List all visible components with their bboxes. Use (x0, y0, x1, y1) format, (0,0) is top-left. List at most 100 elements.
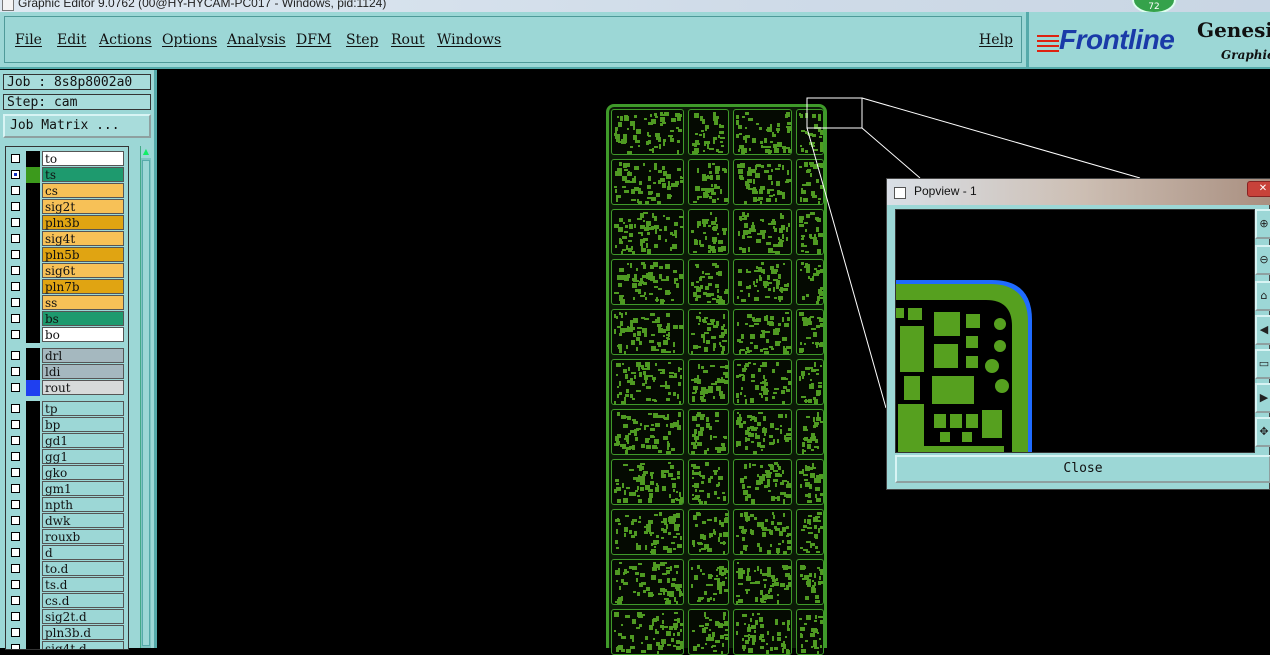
layer-name[interactable]: sig2t (42, 199, 124, 214)
layer-row[interactable]: ldi (6, 364, 128, 380)
layer-color-swatch[interactable] (26, 199, 40, 215)
layer-checkbox[interactable] (11, 580, 20, 589)
layer-name[interactable]: gd1 (42, 433, 124, 448)
layer-name[interactable]: pln3b (42, 215, 124, 230)
layer-checkbox[interactable] (11, 532, 20, 541)
popview-zoom-home-button[interactable]: ⌂ (1255, 281, 1270, 311)
layer-row[interactable]: cs (6, 183, 128, 199)
layer-row[interactable]: gko (6, 465, 128, 481)
layer-color-swatch[interactable] (26, 215, 40, 231)
layer-checkbox[interactable] (11, 436, 20, 445)
popview-fit-button[interactable]: ▭ (1255, 349, 1270, 379)
layer-row[interactable]: sig2t.d (6, 609, 128, 625)
layer-checkbox[interactable] (11, 452, 20, 461)
layer-row[interactable]: ss (6, 295, 128, 311)
layer-color-swatch[interactable] (26, 641, 40, 649)
layer-color-swatch[interactable] (26, 625, 40, 641)
layer-name[interactable]: gg1 (42, 449, 124, 464)
layer-row[interactable]: cs.d (6, 593, 128, 609)
layer-row[interactable]: rouxb (6, 529, 128, 545)
layer-checkbox[interactable] (11, 468, 20, 477)
layer-name[interactable]: gm1 (42, 481, 124, 496)
menu-windows[interactable]: Windows (437, 32, 501, 48)
layer-row[interactable]: pln7b (6, 279, 128, 295)
layer-row[interactable]: d (6, 545, 128, 561)
layer-checkbox[interactable] (11, 218, 20, 227)
layer-checkbox[interactable] (11, 314, 20, 323)
layer-color-swatch[interactable] (26, 577, 40, 593)
layer-name[interactable]: to (42, 151, 124, 166)
layer-name[interactable]: gko (42, 465, 124, 480)
layer-row[interactable]: bp (6, 417, 128, 433)
scroll-thumb[interactable] (142, 160, 150, 646)
layer-name[interactable]: sig4t (42, 231, 124, 246)
layer-checkbox[interactable] (11, 234, 20, 243)
layer-row[interactable]: to (6, 151, 128, 167)
layer-name[interactable]: sig4t.d (42, 641, 124, 649)
layer-checkbox[interactable] (11, 628, 20, 637)
layer-color-swatch[interactable] (26, 327, 40, 343)
popview-canvas[interactable] (895, 209, 1255, 453)
layer-name[interactable]: drl (42, 348, 124, 363)
layer-name[interactable]: cs.d (42, 593, 124, 608)
layer-color-swatch[interactable] (26, 433, 40, 449)
layer-name[interactable]: dwk (42, 513, 124, 528)
layer-color-swatch[interactable] (26, 593, 40, 609)
layer-checkbox[interactable] (11, 154, 20, 163)
layer-name[interactable]: pln5b (42, 247, 124, 262)
layer-name[interactable]: npth (42, 497, 124, 512)
layer-color-swatch[interactable] (26, 263, 40, 279)
layer-checkbox[interactable] (11, 383, 20, 392)
menu-help[interactable]: Help (979, 32, 1013, 48)
menu-rout[interactable]: Rout (391, 32, 425, 48)
layer-color-swatch[interactable] (26, 279, 40, 295)
layer-name[interactable]: tp (42, 401, 124, 416)
layer-color-swatch[interactable] (26, 348, 40, 364)
layer-row[interactable]: tp (6, 401, 128, 417)
menu-options[interactable]: Options (162, 32, 217, 48)
menu-step[interactable]: Step (346, 32, 378, 48)
layer-checkbox[interactable] (11, 367, 20, 376)
layer-checkbox[interactable] (11, 644, 20, 649)
popview-zoom-out-button[interactable]: ⊖ (1255, 245, 1270, 275)
layer-checkbox[interactable] (11, 548, 20, 557)
layer-checkbox[interactable] (11, 170, 20, 179)
layer-row[interactable]: gd1 (6, 433, 128, 449)
layer-checkbox[interactable] (11, 516, 20, 525)
layer-color-swatch[interactable] (26, 311, 40, 327)
layer-color-swatch[interactable] (26, 247, 40, 263)
layer-name[interactable]: pln3b.d (42, 625, 124, 640)
layer-name[interactable]: rouxb (42, 529, 124, 544)
layer-color-swatch[interactable] (26, 401, 40, 417)
popview-pan-left-button[interactable]: ◀ (1255, 315, 1270, 345)
layer-row[interactable]: rout (6, 380, 128, 396)
menu-analysis[interactable]: Analysis (227, 32, 286, 48)
layer-row[interactable]: sig4t.d (6, 641, 128, 649)
popview-pan-right-button[interactable]: ▶ (1255, 383, 1270, 413)
layer-name[interactable]: sig6t (42, 263, 124, 278)
layer-checkbox[interactable] (11, 266, 20, 275)
layer-name[interactable]: rout (42, 380, 124, 395)
layer-checkbox[interactable] (11, 351, 20, 360)
layer-name[interactable]: bo (42, 327, 124, 342)
layer-checkbox[interactable] (11, 500, 20, 509)
layer-checkbox[interactable] (11, 612, 20, 621)
menu-edit[interactable]: Edit (57, 32, 86, 48)
layer-color-swatch[interactable] (26, 497, 40, 513)
layer-checkbox[interactable] (11, 484, 20, 493)
layer-row[interactable]: gm1 (6, 481, 128, 497)
layer-color-swatch[interactable] (26, 231, 40, 247)
layer-color-swatch[interactable] (26, 380, 40, 396)
layer-color-swatch[interactable] (26, 183, 40, 199)
layer-row[interactable]: ts (6, 167, 128, 183)
layer-color-swatch[interactable] (26, 545, 40, 561)
menu-dfm[interactable]: DFM (296, 32, 331, 48)
layer-row[interactable]: gg1 (6, 449, 128, 465)
layer-color-swatch[interactable] (26, 609, 40, 625)
layer-name[interactable]: ts.d (42, 577, 124, 592)
layer-name[interactable]: sig2t.d (42, 609, 124, 624)
layer-checkbox[interactable] (11, 404, 20, 413)
layer-checkbox[interactable] (11, 564, 20, 573)
layer-row[interactable]: drl (6, 348, 128, 364)
scroll-up-arrow-icon[interactable]: ▲ (141, 146, 151, 158)
